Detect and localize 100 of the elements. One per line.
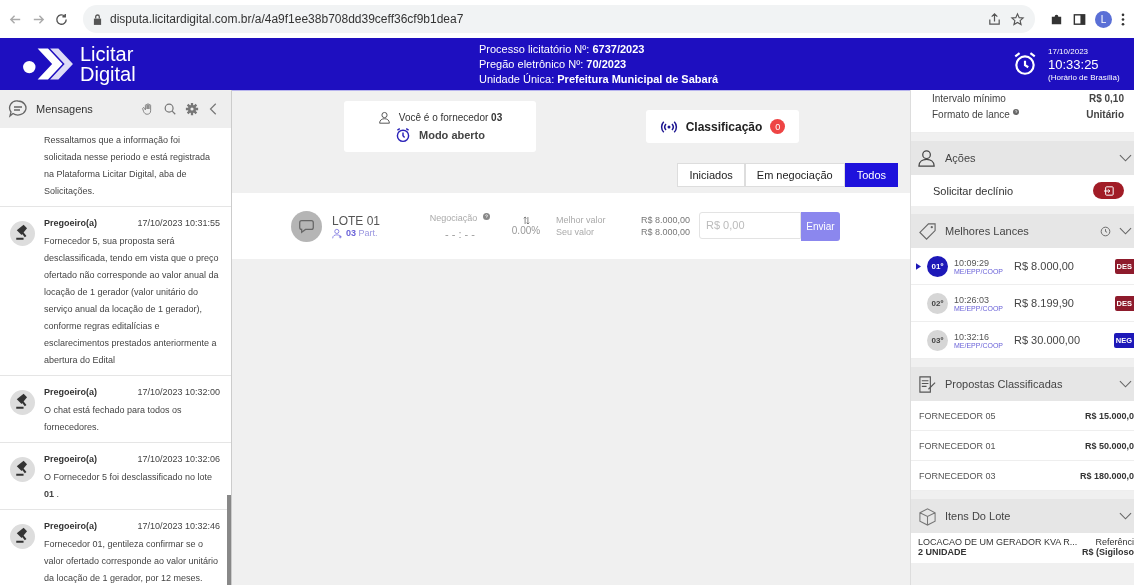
sidebar-icon[interactable] bbox=[1072, 11, 1087, 27]
section-header[interactable]: Ações bbox=[911, 141, 1134, 175]
bid-value: R$ 8.000,00 bbox=[1014, 260, 1074, 272]
logo-icon bbox=[22, 46, 74, 82]
gavel-avatar-icon bbox=[10, 524, 35, 549]
section-header[interactable]: Propostas Classificadas bbox=[911, 367, 1134, 401]
process-info: Unidade Única: Prefeitura Municipal de Sabará bbox=[479, 71, 719, 87]
process-info: Pregão eletrônico Nº: 70/2023 bbox=[479, 56, 628, 72]
bid-time: 10:09:29 bbox=[954, 257, 991, 268]
alarm-clock-icon bbox=[395, 126, 411, 143]
timezone-text: (Horário de Brasília) bbox=[1048, 72, 1121, 82]
help-icon[interactable] bbox=[483, 212, 491, 220]
profile-avatar[interactable]: L bbox=[1095, 10, 1112, 28]
logo-text: Digital bbox=[80, 64, 136, 84]
star-icon[interactable] bbox=[1010, 11, 1025, 27]
count-badge: 0 bbox=[770, 119, 786, 134]
chevron-down-icon[interactable] bbox=[1119, 380, 1132, 388]
message-time: 17/10/2023 10:32:06 bbox=[137, 453, 220, 466]
proposal-value: R$ 15.000,0 bbox=[1084, 410, 1134, 421]
price-tag-icon bbox=[918, 221, 937, 241]
info-label: Formato de lance bbox=[932, 109, 1010, 120]
item-description: LOCACAO DE UM GERADOR KVA R... bbox=[918, 537, 1078, 547]
filter-tab[interactable]: Todos bbox=[844, 163, 898, 187]
mode-text: Modo aberto bbox=[419, 128, 485, 141]
own-value: R$ 8.000,00 bbox=[639, 227, 690, 237]
gavel-avatar-icon bbox=[10, 221, 35, 246]
info-value: R$ 0,10 bbox=[1088, 93, 1124, 104]
bid-value: R$ 8.199,90 bbox=[1014, 297, 1074, 309]
url-text: disputa.licitardigital.com.br/a/4a9f1ee38b708dd39ceff36cf9b1dea7 bbox=[110, 12, 464, 26]
value-label: Melhor valor bbox=[556, 215, 607, 225]
supplier-name: FORNECEDOR 03 bbox=[919, 470, 996, 481]
message-text: Fornecedor 5, sua proposta será desclassificada, tendo em vista que o preço ofertado não corresponde ao valor anual da locação de 1 gerador (valor unitário do serviço anual da locação de 1 gerador), conforme regras editalícias e esclarecimentos prestados anteriormente a abertura do Edital bbox=[44, 235, 220, 367]
help-icon[interactable] bbox=[1012, 109, 1019, 115]
item-quantity: 2 UNIDADE bbox=[918, 547, 967, 557]
process-info: Processo licitatório Nº: 6737/2023 bbox=[479, 41, 646, 57]
gavel-avatar-icon bbox=[10, 457, 35, 482]
chevron-down-icon[interactable] bbox=[1119, 512, 1132, 520]
lock-icon bbox=[93, 13, 102, 25]
section-header[interactable]: Melhores Lances bbox=[911, 214, 1134, 248]
message-author: Pregoeiro(a) bbox=[44, 386, 97, 399]
info-value: Unitário bbox=[1086, 109, 1124, 120]
settings-icon[interactable] bbox=[185, 102, 199, 116]
decline-button[interactable] bbox=[1093, 182, 1124, 199]
address-bar[interactable]: disputa.licitardigital.com.br/a/4a9f1ee38b708dd39ceff36cf9b1dea7 bbox=[83, 5, 1035, 33]
user-icon bbox=[918, 148, 937, 168]
section-header[interactable]: Itens Do Lote bbox=[911, 499, 1134, 533]
message-text: Fornecedor 01, gentileza confirmar se o valor ofertado corresponde ao valor unitário da locação de 1 gerador, por 12 meses. bbox=[44, 538, 220, 585]
filter-tab[interactable]: Iniciados bbox=[677, 163, 745, 187]
message-text: Ressaltamos que a informação foi solicitada nesse periodo e está registrada na Plataforma Licitar Digital, aba de Solicitações. bbox=[44, 134, 212, 198]
message-text: O chat está fechado para todos os fornecedores. bbox=[44, 404, 183, 434]
supplier-name: FORNECEDOR 01 bbox=[919, 440, 996, 451]
message-text: O Fornecedor 5 foi desclassificado no lote 01 . bbox=[44, 471, 214, 501]
history-icon[interactable] bbox=[1100, 225, 1111, 237]
time-text: 10:33:25 bbox=[1048, 55, 1100, 73]
panel-title: Mensagens bbox=[36, 103, 93, 115]
sort-arrows-icon bbox=[522, 216, 530, 225]
message-author: Pregoeiro(a) bbox=[44, 453, 97, 466]
proposal-value: R$ 50.000,0 bbox=[1084, 440, 1134, 451]
proposal-value: R$ 180.000,0 bbox=[1079, 470, 1134, 481]
share-icon[interactable] bbox=[987, 11, 1002, 27]
item-price: R$ (Sigiloso bbox=[1082, 547, 1134, 557]
section-title: Itens Do Lote bbox=[945, 510, 1011, 522]
timer-text: - - : - - bbox=[445, 227, 475, 240]
logo-text: Licitar bbox=[80, 44, 135, 64]
broadcast-icon bbox=[659, 120, 678, 133]
message-author: Pregoeiro(a) bbox=[44, 520, 97, 533]
document-icon bbox=[918, 374, 937, 394]
bid-input[interactable]: R$ 0,00 bbox=[699, 211, 801, 239]
gavel-avatar-icon bbox=[10, 390, 35, 415]
rank-badge: 01º bbox=[927, 255, 948, 277]
message-author: Pregoeiro(a) bbox=[44, 217, 97, 230]
rank-badge: 02º bbox=[927, 292, 948, 314]
participants-count: 03 Part. bbox=[346, 228, 378, 238]
percent-text: 0.00% bbox=[511, 225, 541, 236]
box-icon bbox=[918, 506, 937, 526]
section-title: Melhores Lances bbox=[945, 225, 1029, 237]
item-reference: Referênci bbox=[1095, 537, 1134, 547]
supplier-text: Você é o fornecedor 03 bbox=[398, 111, 503, 123]
scrollbar-thumb[interactable] bbox=[227, 495, 231, 585]
date-text: 17/10/2023 bbox=[1048, 46, 1090, 56]
bid-time: 10:26:03 bbox=[954, 294, 991, 305]
chevron-down-icon[interactable] bbox=[1119, 154, 1132, 162]
filter-tab[interactable]: Em negociação bbox=[744, 163, 845, 187]
chat-avatar-icon bbox=[291, 210, 322, 242]
section-title: Ações bbox=[945, 152, 976, 164]
user-icon bbox=[377, 110, 391, 124]
action-label: Solicitar declínio bbox=[933, 184, 1014, 197]
classification-button[interactable]: Classificação 0 bbox=[646, 110, 799, 143]
supplier-name: FORNECEDOR 05 bbox=[919, 410, 996, 421]
message-time: 17/10/2023 10:32:00 bbox=[137, 386, 220, 399]
menu-icon[interactable] bbox=[1120, 11, 1126, 27]
reload-icon[interactable] bbox=[54, 11, 69, 27]
info-label: Intervalo mínimo bbox=[932, 93, 1006, 104]
value-label: Seu valor bbox=[556, 227, 596, 237]
chevron-down-icon[interactable] bbox=[1119, 227, 1132, 235]
rank-badge: 03º bbox=[927, 329, 948, 351]
alarm-clock-icon bbox=[1012, 51, 1038, 77]
lot-row[interactable]: LOTE 01 03 Part. Negociação - - : - - 0.00% Melhor valor R$ 8.000,00 Seu valor R$ 8.000,00 R$ 0,00 Enviar bbox=[232, 193, 910, 259]
section-title: Propostas Classificadas bbox=[945, 378, 1063, 390]
search-icon[interactable] bbox=[163, 102, 177, 116]
